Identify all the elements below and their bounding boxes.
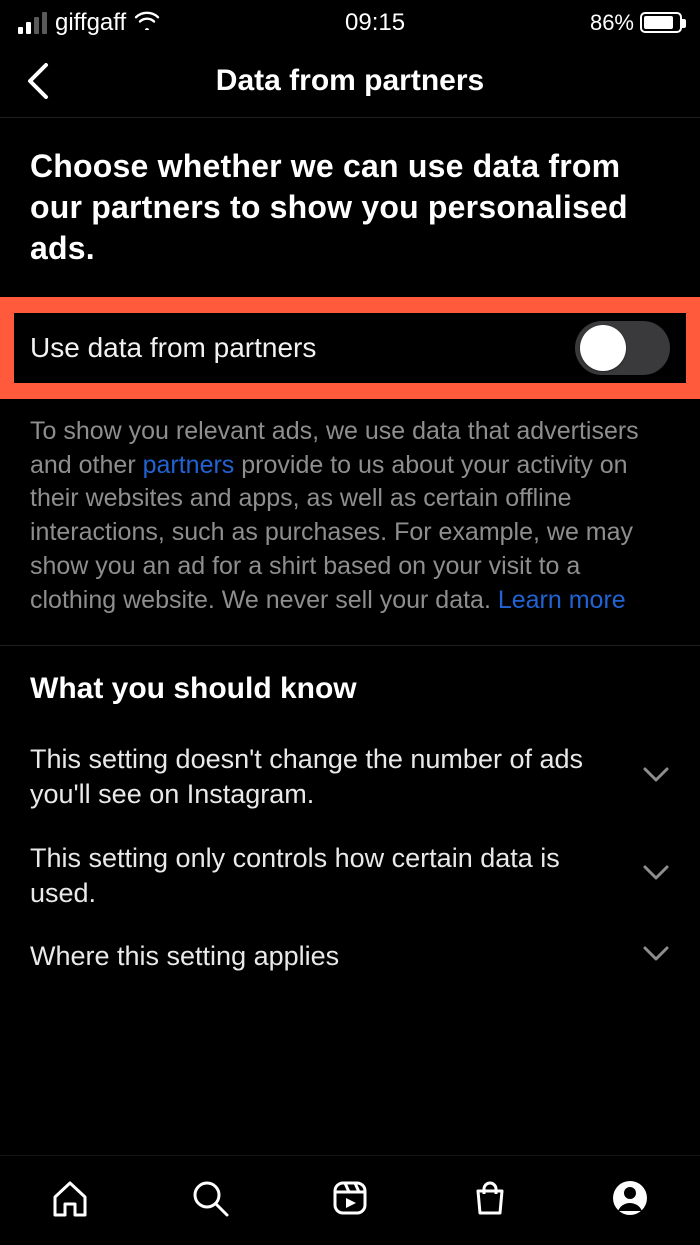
use-data-toggle-label: Use data from partners	[30, 332, 316, 364]
shop-icon	[469, 1177, 511, 1219]
nav-header: Data from partners	[0, 45, 700, 117]
wys-row-label: This setting doesn't change the number o…	[30, 742, 622, 812]
back-button[interactable]	[18, 61, 58, 101]
chevron-down-icon	[642, 945, 670, 968]
description-text: To show you relevant ads, we use data th…	[0, 399, 700, 646]
wys-row-label: Where this setting applies	[30, 939, 622, 974]
wys-title: What you should know	[30, 672, 670, 706]
tab-profile[interactable]	[600, 1168, 660, 1228]
profile-icon	[609, 1177, 651, 1219]
partners-link[interactable]: partners	[143, 451, 235, 479]
battery-icon	[640, 12, 682, 33]
use-data-toggle-row[interactable]: Use data from partners	[14, 313, 686, 383]
divider	[0, 645, 700, 646]
reels-icon	[329, 1177, 371, 1219]
chevron-left-icon	[26, 63, 50, 99]
toggle-highlight: Use data from partners	[0, 297, 700, 399]
wys-row[interactable]: This setting doesn't change the number o…	[30, 728, 670, 826]
tab-reels[interactable]	[320, 1168, 380, 1228]
use-data-toggle-switch[interactable]	[575, 321, 670, 375]
tab-home[interactable]	[40, 1168, 100, 1228]
battery-percentage: 86%	[590, 10, 634, 36]
learn-more-link[interactable]: Learn more	[498, 586, 626, 614]
headline: Choose whether we can use data from our …	[30, 146, 670, 269]
chevron-down-icon	[642, 864, 670, 887]
wys-row[interactable]: This setting only controls how certain d…	[30, 827, 670, 925]
page-title: Data from partners	[216, 64, 484, 98]
clock: 09:15	[160, 9, 590, 37]
tab-shop[interactable]	[460, 1168, 520, 1228]
tab-search[interactable]	[180, 1168, 240, 1228]
carrier-name: giffgaff	[55, 9, 126, 37]
wifi-icon	[134, 9, 160, 37]
signal-bars-icon	[18, 12, 47, 34]
wys-row[interactable]: Where this setting applies	[30, 925, 670, 988]
search-icon	[189, 1177, 231, 1219]
chevron-down-icon	[642, 766, 670, 789]
status-bar: giffgaff 09:15 86%	[0, 0, 700, 45]
wys-row-label: This setting only controls how certain d…	[30, 841, 622, 911]
tab-bar	[0, 1155, 700, 1245]
home-icon	[49, 1177, 91, 1219]
